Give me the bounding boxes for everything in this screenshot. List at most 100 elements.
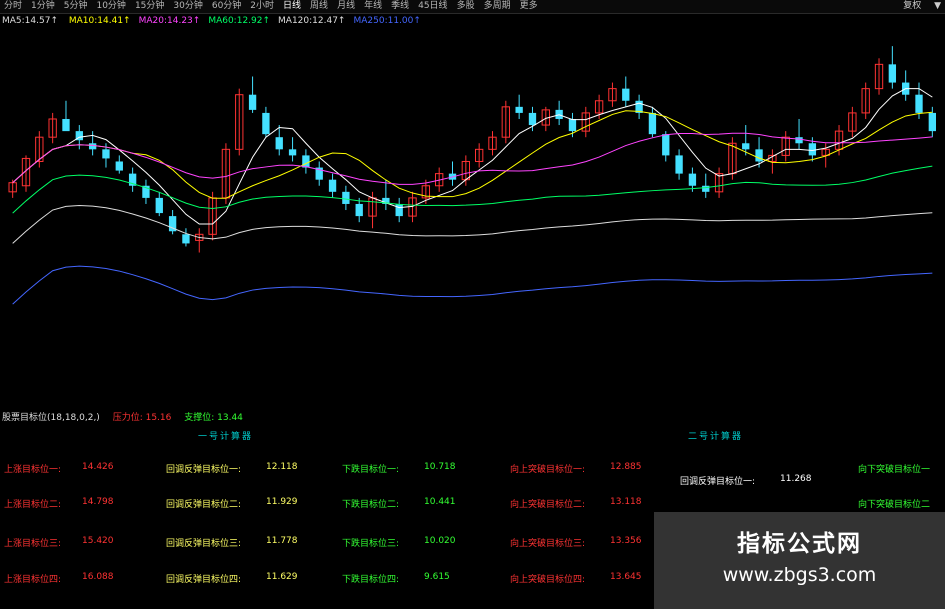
candle (368, 191, 377, 229)
period-tab-14[interactable]: 多股 (457, 0, 475, 13)
watermark-title: 指标公式网 (737, 531, 862, 557)
ma-legend-item: MA10:14.41↑ (68, 16, 131, 26)
ma-legend-item: MA250:11.00↑ (353, 16, 421, 26)
indicator-name: 股票目标位(18,18,0,2,) (2, 413, 100, 423)
target-label: 上涨目标位二: (4, 500, 62, 510)
target-label: 回调反弹目标位一: (166, 465, 242, 475)
target-item: 向上突破目标位二: 13.118 (510, 497, 642, 510)
period-tabs: 分时 1分钟 5分钟 10分钟 15分钟 30分钟 60分钟 2小时 日线 周线 月线 年线 季线 45日… (4, 0, 547, 13)
period-tab-9[interactable]: 周线 (310, 0, 328, 13)
candle (635, 94, 643, 119)
target-value: 10.020 (424, 536, 456, 546)
target-item: 上涨目标位三: 15.420 (4, 536, 114, 549)
target-label: 向下突破目标位一 (858, 465, 931, 475)
target-item: 回调反弹目标位四: 11.629 (166, 572, 298, 585)
period-tab-5[interactable]: 30分钟 (173, 0, 202, 13)
target-label: 上涨目标位一: (4, 465, 62, 475)
target-label: 下跌目标位一: (342, 465, 400, 475)
candle (315, 161, 323, 186)
candle (195, 228, 204, 253)
target-value: 16.088 (82, 572, 114, 582)
candle (182, 228, 190, 247)
target-item: 向上突破目标位三: 13.356 (510, 536, 642, 549)
section-title-1: 一号计算器 (198, 432, 254, 442)
candle (888, 46, 897, 89)
period-tab-15[interactable]: 多周期 (484, 0, 511, 13)
target-value: 11.778 (266, 536, 298, 546)
period-tab-6[interactable]: 60分钟 (212, 0, 241, 13)
period-tab-1[interactable]: 1分钟 (31, 0, 55, 13)
ma-line (12, 165, 933, 214)
ma-legend-item: MA120:12.47↑ (278, 16, 346, 26)
candle (48, 112, 57, 144)
target-item: 上涨目标位一: 14.426 (4, 462, 114, 475)
candle (515, 94, 523, 119)
candle (622, 76, 630, 107)
period-tab-11[interactable]: 年线 (364, 0, 382, 13)
candle (555, 100, 563, 126)
candle (115, 155, 123, 174)
candle (288, 137, 297, 162)
ma-legend-item: MA20:14.23↑ (138, 16, 201, 26)
watermark: 指标公式网 www.zbgs3.com (654, 512, 945, 609)
candle (448, 161, 457, 186)
candle (874, 58, 884, 95)
ma-line (12, 265, 933, 305)
period-tab-10[interactable]: 月线 (337, 0, 355, 13)
target-value: 10.718 (424, 462, 456, 472)
target-item: 向下突破目标位一 (858, 462, 930, 475)
candle (902, 70, 910, 101)
candle (128, 167, 137, 192)
period-tab-13[interactable]: 45日线 (418, 0, 447, 13)
ma-legend-item: MA60:12.92↑ (208, 16, 271, 26)
period-tab-7[interactable]: 2小时 (250, 0, 274, 13)
candle (928, 106, 937, 138)
candle (395, 197, 403, 223)
target-item: 下跌目标位四: 9.615 (342, 572, 450, 585)
target-label: 下跌目标位四: (342, 575, 400, 585)
target-item: 下跌目标位二: 10.441 (342, 497, 456, 510)
candle (714, 167, 724, 198)
target-value: 13.118 (610, 497, 642, 507)
candle (608, 82, 617, 107)
target-label: 向上突破目标位一: (510, 465, 586, 475)
ma-legend: MA5:14.57↑ MA10:14.41↑ MA20:14.23↑ MA60:12… (2, 15, 437, 27)
candle (342, 185, 350, 211)
support-level: 支撑位: 13.44 (184, 413, 243, 423)
target-value: 11.268 (780, 474, 812, 484)
period-tab-2[interactable]: 5分钟 (64, 0, 88, 13)
target-label: 上涨目标位四: (4, 575, 62, 585)
candle (581, 106, 590, 138)
candle (168, 210, 177, 235)
candle (848, 106, 857, 138)
ma-line (12, 204, 933, 244)
candle (474, 143, 484, 168)
candle (382, 179, 390, 211)
period-tab-0[interactable]: 分时 (4, 0, 22, 13)
period-tab-8[interactable]: 日线 (283, 0, 301, 13)
chevron-down-icon[interactable]: ▼ (934, 1, 941, 11)
target-value: 13.645 (610, 572, 642, 582)
watermark-url: www.zbgs3.com (722, 564, 877, 586)
target-value: 11.629 (266, 572, 298, 582)
period-tab-16[interactable]: 更多 (520, 0, 538, 13)
target-label: 回调反弹目标位一: (680, 477, 756, 487)
fuquan-button[interactable]: 复权 (903, 1, 921, 11)
period-tab-12[interactable]: 季线 (391, 0, 409, 13)
candle (355, 197, 363, 223)
section-title-2: 二号计算器 (688, 432, 744, 442)
target-value: 11.929 (266, 497, 298, 507)
candle (142, 179, 150, 204)
period-tab-3[interactable]: 10分钟 (96, 0, 125, 13)
candlestick-chart[interactable] (0, 28, 945, 400)
target-item: 下跌目标位三: 10.020 (342, 536, 456, 549)
candle (675, 149, 683, 180)
target-value: 15.420 (82, 536, 114, 546)
target-value: 12.885 (610, 462, 642, 472)
target-item: 向上突破目标位四: 13.645 (510, 572, 642, 585)
period-tab-4[interactable]: 15分钟 (135, 0, 164, 13)
candle (501, 100, 510, 144)
indicator-header: 股票目标位(18,18,0,2,) 压力位: 15.16 支撑位: 13.44 (2, 410, 253, 423)
target-item: 向上突破目标位一: 12.885 (510, 462, 642, 475)
candle (702, 173, 710, 198)
